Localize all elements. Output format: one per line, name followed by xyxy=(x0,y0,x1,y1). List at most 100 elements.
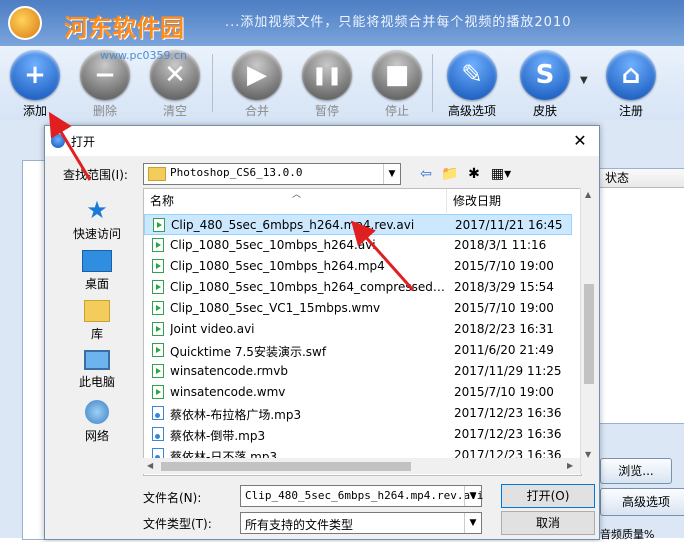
toolbar-button-5[interactable]: ■ 停止 xyxy=(362,46,432,120)
dialog-title: 打开 xyxy=(71,135,96,149)
horizontal-scroll-thumb[interactable] xyxy=(161,462,411,471)
file-name: Clip_480_5sec_6mbps_h264.mp4.rev.avi xyxy=(171,218,415,232)
video-file-icon xyxy=(152,385,164,399)
file-row[interactable]: Clip_1080_5sec_10mbps_h264.avi 2018/3/1 1… xyxy=(144,235,572,256)
file-row[interactable]: Clip_480_5sec_6mbps_h264.mp4.rev.avi 2017… xyxy=(144,214,572,235)
file-date: 2018/3/1 11:16 xyxy=(454,238,547,252)
file-list-panel[interactable] xyxy=(22,160,46,540)
scroll-left-icon[interactable]: ◀ xyxy=(147,461,153,470)
audio-quality-label: 音频质量% xyxy=(600,528,655,541)
file-date: 2017/11/29 11:25 xyxy=(454,364,562,378)
video-file-icon xyxy=(152,259,164,273)
horizontal-scrollbar[interactable]: ◀ ▶ xyxy=(143,458,580,474)
watermark-logo-icon xyxy=(8,6,42,40)
scroll-down-icon[interactable]: ▼ xyxy=(585,450,591,459)
toolbar-button-3[interactable]: ▶ 合并 xyxy=(222,46,292,120)
watermark-name: 河东软件园 xyxy=(64,13,184,42)
look-in-label: 查找范围(I): xyxy=(63,168,128,182)
file-name: Joint video.avi xyxy=(170,322,255,336)
close-icon[interactable]: ✕ xyxy=(567,129,593,153)
file-name: 蔡依林-倒带.mp3 xyxy=(170,429,266,443)
advanced-options-button[interactable]: 高级选项 xyxy=(600,488,684,516)
scroll-right-icon[interactable]: ▶ xyxy=(567,461,573,470)
file-name: Clip_1080_5sec_VC1_15mbps.wmv xyxy=(170,301,381,315)
app-title-bar: 河东软件园 ...添加视频文件，只能将视频合并每个视频的播放2010 xyxy=(0,0,684,46)
place-this-pc[interactable]: 此电脑 xyxy=(63,350,131,396)
stop-icon: ■ xyxy=(372,50,422,100)
back-arrow-icon[interactable]: ⇦ xyxy=(417,165,435,183)
open-button[interactable]: 打开(O) xyxy=(501,484,595,508)
file-row[interactable]: winsatencode.rmvb 2017/11/29 11:25 xyxy=(144,361,572,382)
toolbar-label: 停止 xyxy=(384,104,409,118)
place-network[interactable]: 网络 xyxy=(63,400,131,446)
video-file-icon xyxy=(152,301,164,315)
toolbar-label: 清空 xyxy=(162,104,187,118)
open-file-dialog: 打开 ✕ 查找范围(I): Photoshop_CS6_13.0.0 ▼ ⇦ 📁… xyxy=(44,125,600,540)
toolbar-button-0[interactable]: + 添加 xyxy=(0,46,70,120)
places-bar: ★ 快速访问 桌面 库 此电脑 网络 xyxy=(63,188,131,478)
file-date: 2017/12/23 16:36 xyxy=(454,427,562,441)
filename-field[interactable]: Clip_480_5sec_6mbps_h264.mp4.rev.avi ▼ xyxy=(240,485,483,507)
cancel-button[interactable]: 取消 xyxy=(501,511,595,535)
chevron-down-icon[interactable]: ▼ xyxy=(464,486,481,506)
chevron-down-icon[interactable]: ▼ xyxy=(383,164,400,184)
toolbar-label: 合并 xyxy=(244,104,269,118)
place-desktop[interactable]: 桌面 xyxy=(63,250,131,296)
vertical-scroll-thumb[interactable] xyxy=(584,284,594,384)
filetype-select[interactable]: 所有支持的文件类型 ▼ xyxy=(240,512,482,534)
filename-label: 文件名(N): xyxy=(143,491,202,505)
file-row[interactable]: 蔡依林-布拉格广场.mp3 2017/12/23 16:36 xyxy=(144,403,572,424)
file-date: 2018/2/23 16:31 xyxy=(454,322,554,336)
file-row[interactable]: Clip_1080_5sec_10mbps_h264.mp4 2015/7/10 … xyxy=(144,256,572,277)
toolbar-separator xyxy=(212,54,213,112)
toolbar-label: 高级选项 xyxy=(447,104,496,118)
file-row[interactable]: Joint video.avi 2018/2/23 16:31 xyxy=(144,319,572,340)
skin-icon: S xyxy=(520,50,570,100)
chevron-down-icon[interactable]: ▼ xyxy=(464,513,481,533)
file-row[interactable]: Clip_1080_5sec_10mbps_h264_compressed.m.… xyxy=(144,277,572,298)
up-folder-icon[interactable]: 📁 xyxy=(441,165,459,183)
star-icon: ★ xyxy=(86,196,108,224)
toolbar-label: 皮肤 xyxy=(532,104,557,118)
scroll-up-icon[interactable]: ▲ xyxy=(585,190,591,199)
audio-file-icon xyxy=(152,427,164,441)
browse-button[interactable]: 浏览... xyxy=(600,458,672,484)
view-menu-icon[interactable]: ▦▾ xyxy=(487,165,515,183)
tools-icon: ✎ xyxy=(447,50,497,100)
file-row[interactable]: Quicktime 7.5安装演示.swf 2011/6/20 21:49 xyxy=(144,340,572,361)
file-date: 2015/7/10 19:00 xyxy=(454,259,554,273)
file-date: 2011/6/20 21:49 xyxy=(454,343,554,357)
watermark-url: www.pc0359.cn xyxy=(100,49,188,62)
video-file-icon xyxy=(152,280,164,294)
skin-dropdown-arrow-icon[interactable]: ▼ xyxy=(580,75,588,86)
toolbar-label: 删除 xyxy=(92,104,117,118)
new-folder-icon[interactable]: ✱ xyxy=(465,165,483,183)
file-date: 2015/7/10 19:00 xyxy=(454,301,554,315)
filetype-value: 所有支持的文件类型 xyxy=(245,518,354,532)
video-file-icon xyxy=(153,218,165,232)
look-in-dropdown[interactable]: Photoshop_CS6_13.0.0 ▼ xyxy=(143,163,401,185)
vertical-scrollbar[interactable]: ▲ ▼ xyxy=(580,188,597,474)
home-icon: ⌂ xyxy=(606,50,656,100)
job-table[interactable]: 状态 xyxy=(598,168,684,424)
toolbar-label: 注册 xyxy=(618,104,643,118)
toolbar-button-8[interactable]: ⌂ 注册 xyxy=(596,46,666,120)
video-file-icon xyxy=(152,238,164,252)
toolbar-button-7[interactable]: S 皮肤 xyxy=(510,46,580,120)
computer-icon xyxy=(84,350,110,370)
status-column-header[interactable]: 状态 xyxy=(599,169,684,188)
file-row[interactable]: 蔡依林-倒带.mp3 2017/12/23 16:36 xyxy=(144,424,572,445)
file-list-view[interactable]: 名称 ︿ 修改日期 Clip_480_5sec_6mbps_h264.mp4.r… xyxy=(143,188,582,476)
audio-file-icon xyxy=(152,406,164,420)
file-date: 2018/3/29 15:54 xyxy=(454,280,554,294)
place-quick-access[interactable]: ★ 快速访问 xyxy=(63,198,131,244)
toolbar-button-6[interactable]: ✎ 高级选项 xyxy=(437,46,507,120)
play-icon: ▶ xyxy=(232,50,282,100)
column-header-date[interactable]: 修改日期 xyxy=(447,189,577,213)
file-row[interactable]: Clip_1080_5sec_VC1_15mbps.wmv 2015/7/10 1… xyxy=(144,298,572,319)
file-row[interactable]: winsatencode.wmv 2015/7/10 19:00 xyxy=(144,382,572,403)
file-name: winsatencode.rmvb xyxy=(170,364,288,378)
folder-icon xyxy=(148,167,166,181)
place-library[interactable]: 库 xyxy=(63,300,131,346)
toolbar-button-4[interactable]: ❚❚ 暂停 xyxy=(292,46,362,120)
